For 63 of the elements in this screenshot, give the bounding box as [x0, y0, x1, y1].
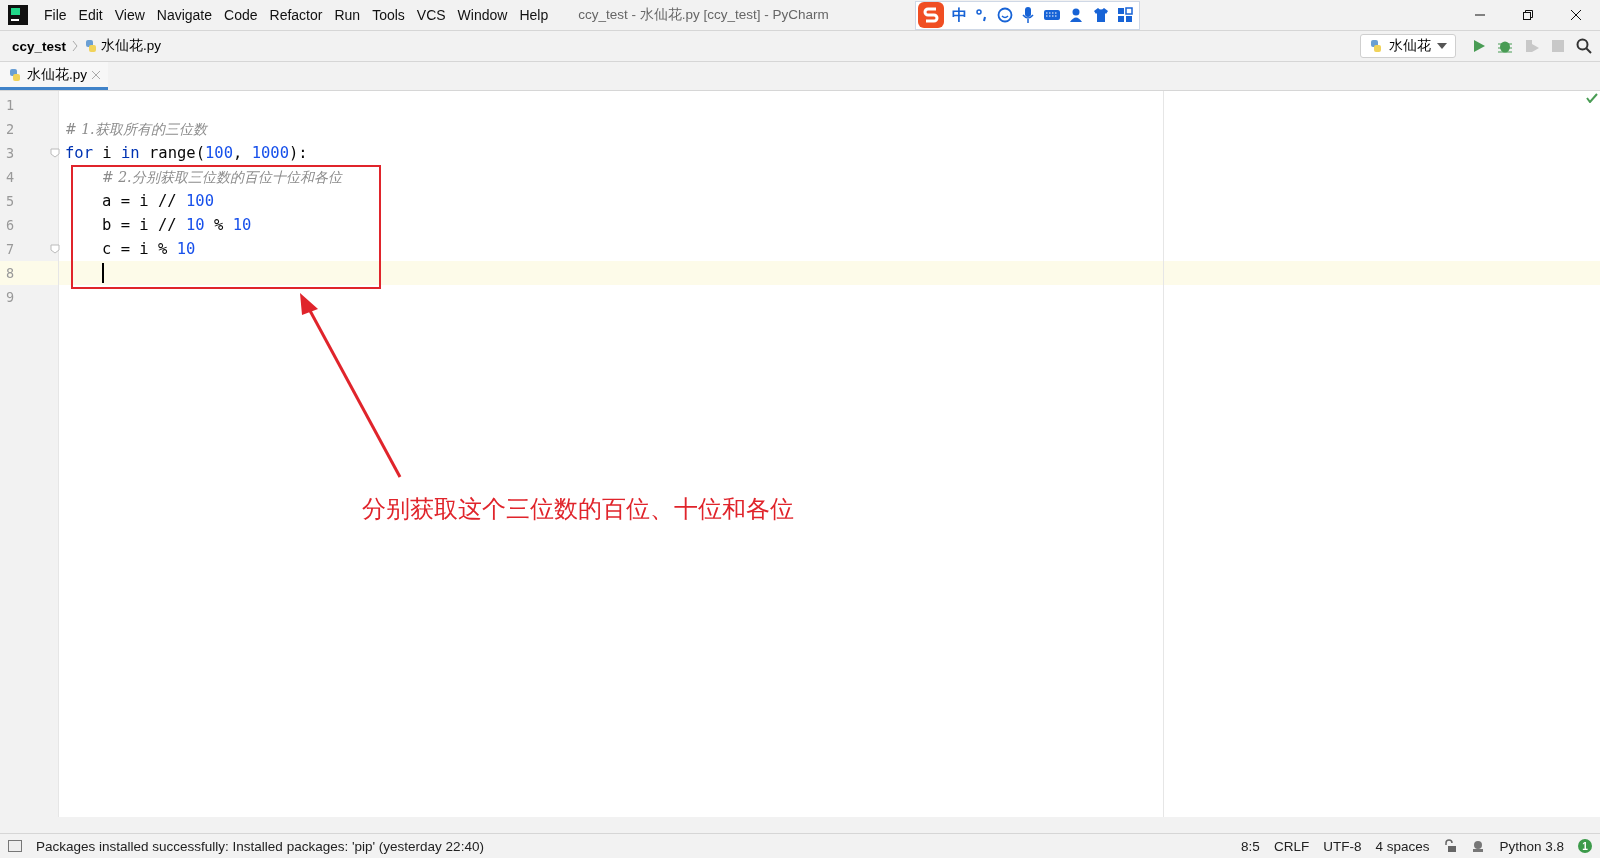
window-title: ccy_test - 水仙花.py [ccy_test] - PyCharm	[578, 6, 829, 24]
menu-item[interactable]: Refactor	[263, 7, 329, 23]
bug-icon[interactable]	[1498, 39, 1512, 53]
line-number: 4	[6, 169, 15, 185]
line-number: 8	[6, 265, 15, 281]
search-icon[interactable]	[1576, 38, 1592, 54]
menu-item[interactable]: Navigate	[150, 7, 219, 23]
menu-item[interactable]: Code	[218, 7, 264, 23]
inspector-icon[interactable]	[1471, 839, 1486, 853]
line-number: 9	[6, 289, 15, 305]
run-icon[interactable]	[1472, 39, 1486, 53]
interpreter-label[interactable]: Python 3.8	[1499, 838, 1564, 854]
ime-mode-label[interactable]: 中	[951, 5, 967, 25]
menu-item[interactable]: View	[108, 7, 151, 23]
run-config-dropdown[interactable]: 水仙花	[1360, 34, 1456, 58]
caret-icon	[1437, 43, 1447, 49]
code-line: a = i // 100	[102, 191, 214, 212]
line-number: 6	[6, 217, 15, 233]
status-item[interactable]: 4 spaces	[1375, 838, 1430, 854]
lock-icon[interactable]	[1443, 839, 1458, 853]
file-tab[interactable]: 水仙花.py	[0, 62, 108, 90]
python-file-icon	[84, 39, 99, 53]
code-line: # 2.分别获取三位数的百位十位和各位	[102, 168, 342, 187]
code-line: # 1.获取所有的三位数	[65, 120, 207, 139]
close-icon[interactable]	[1570, 9, 1582, 21]
menu-item[interactable]: Help	[513, 7, 555, 23]
breadcrumb[interactable]: ccy_test	[12, 38, 67, 54]
notification-badge[interactable]: 1	[1578, 839, 1592, 853]
smiley-icon[interactable]	[996, 7, 1013, 23]
punctuation-icon[interactable]	[974, 8, 989, 22]
shirt-icon[interactable]	[1092, 7, 1109, 23]
line-number: 7	[6, 241, 15, 257]
code-line: for i in range(100, 1000):	[65, 143, 308, 164]
status-item[interactable]: 8:5	[1241, 838, 1260, 854]
menu-item[interactable]: Tools	[366, 7, 411, 23]
keyboard-icon[interactable]	[1042, 8, 1061, 22]
line-number: 3	[6, 145, 15, 161]
menu-item[interactable]: Run	[328, 7, 367, 23]
status-message: Packages installed successfully: Installed packages: 'pip' (yesterday 22:40)	[36, 838, 484, 854]
python-file-icon	[8, 67, 22, 82]
line-number: 2	[6, 121, 15, 137]
grid-icon[interactable]	[1116, 7, 1133, 23]
fold-marker-icon[interactable]	[50, 148, 60, 158]
status-item[interactable]: UTF-8	[1323, 838, 1362, 854]
panel-toggle-icon[interactable]	[8, 840, 22, 852]
python-file-icon	[1369, 39, 1383, 53]
line-number: 1	[6, 97, 15, 113]
line-number: 5	[6, 193, 15, 209]
breadcrumb[interactable]: 水仙花.py	[101, 37, 162, 55]
code-line: c = i % 10	[102, 239, 196, 260]
menu-item[interactable]: File	[38, 7, 73, 23]
menu-item[interactable]: VCS	[410, 7, 452, 23]
code-line: b = i // 10 % 10	[102, 215, 252, 236]
menu-item[interactable]: Window	[451, 7, 514, 23]
restore-icon[interactable]	[1522, 9, 1534, 21]
check-icon	[1586, 93, 1598, 103]
status-item[interactable]: CRLF	[1273, 838, 1310, 854]
microphone-icon[interactable]	[1020, 6, 1035, 24]
annotation-text: 分别获取这个三位数的百位、十位和各位	[362, 494, 794, 525]
user-icon[interactable]	[1068, 7, 1085, 23]
fold-marker-icon[interactable]	[50, 244, 60, 254]
menu-item[interactable]: Edit	[72, 7, 109, 23]
app-logo-icon	[8, 5, 28, 25]
